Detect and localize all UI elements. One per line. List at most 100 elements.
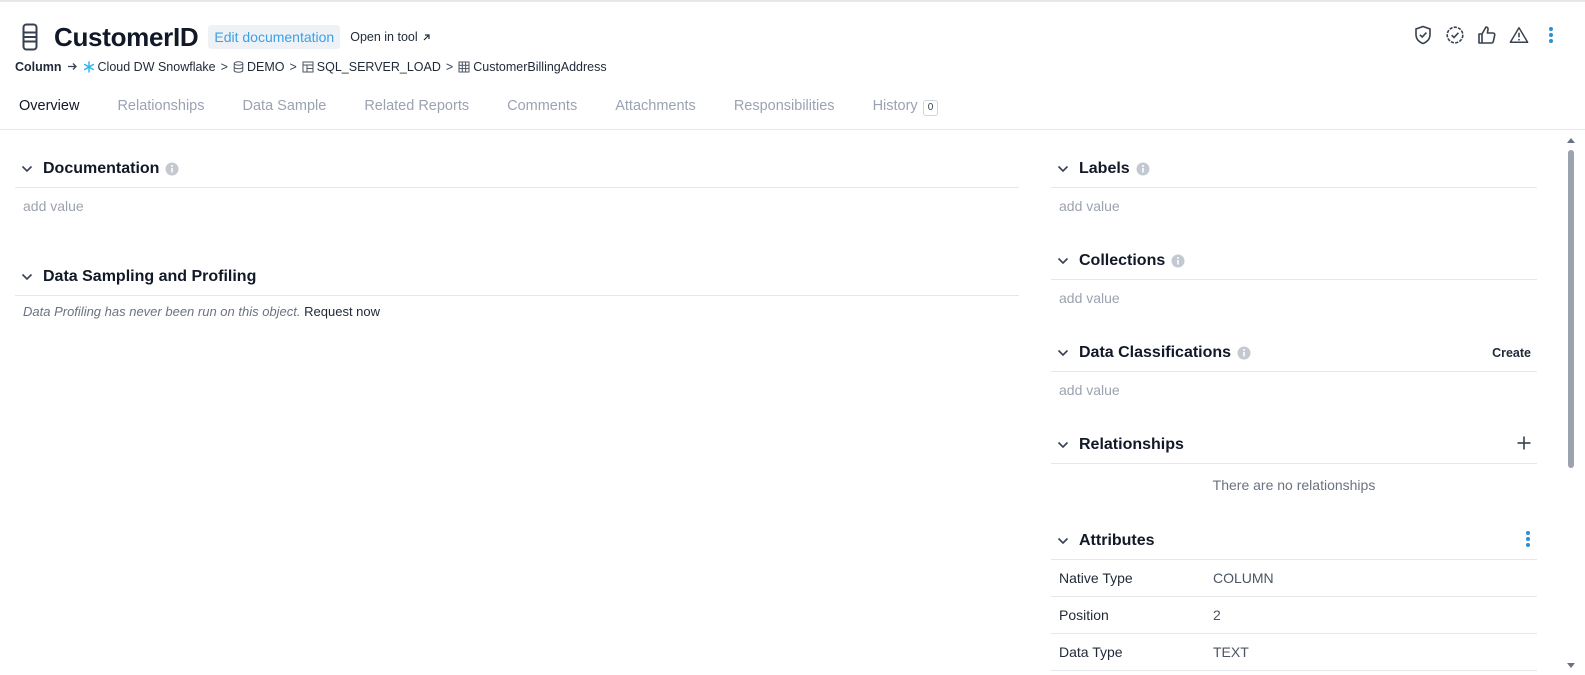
attributes-title: Attributes <box>1079 531 1155 549</box>
tab-responsibilities[interactable]: Responsibilities <box>715 98 854 130</box>
table-row: Position 2 <box>1051 597 1537 634</box>
relationships-title: Relationships <box>1079 435 1184 453</box>
attribute-value: COLUMN <box>1213 570 1274 586</box>
create-classification-button[interactable]: Create <box>1492 346 1531 360</box>
collections-add-value[interactable]: add value <box>1051 280 1537 334</box>
open-in-tool-label: Open in tool <box>350 30 418 44</box>
attributes-header: Attributes <box>1051 522 1537 560</box>
page-title: CustomerID <box>54 21 199 52</box>
labels-title: Labels <box>1079 159 1130 177</box>
classifications-add-value[interactable]: add value <box>1051 372 1537 426</box>
more-vertical-icon[interactable] <box>1541 24 1561 46</box>
shield-check-icon[interactable] <box>1413 24 1433 46</box>
external-link-icon <box>423 33 430 40</box>
arrow-right-icon <box>67 60 78 74</box>
chevron-down-icon[interactable] <box>17 267 37 287</box>
classifications-section: Data Classifications Create add value <box>1051 334 1537 426</box>
profiling-title: Data Sampling and Profiling <box>43 267 257 285</box>
collections-header: Collections <box>1051 242 1537 280</box>
breadcrumb-label: SQL_SERVER_LOAD <box>316 60 441 74</box>
page-header: CustomerID Edit documentation Open in to… <box>0 2 1585 130</box>
attribute-value: TEXT <box>1213 644 1249 660</box>
tab-overview[interactable]: Overview <box>0 98 98 130</box>
info-icon[interactable] <box>165 162 179 176</box>
attribute-value: 2 <box>1213 607 1221 623</box>
attribute-key: Position <box>1059 607 1109 623</box>
table-icon <box>458 61 470 73</box>
breadcrumb-separator: > <box>220 60 228 74</box>
relationships-header: Relationships <box>1051 426 1537 464</box>
labels-add-value[interactable]: add value <box>1051 188 1537 242</box>
documentation-title: Documentation <box>43 159 160 177</box>
chevron-down-icon[interactable] <box>17 159 37 179</box>
scroll-down-icon[interactable] <box>1566 662 1576 670</box>
info-icon[interactable] <box>1136 162 1150 176</box>
chevron-down-icon[interactable] <box>1053 531 1073 551</box>
tab-related-reports[interactable]: Related Reports <box>345 98 488 130</box>
chevron-down-icon[interactable] <box>1053 251 1073 271</box>
breadcrumb-item-snowflake[interactable]: Cloud DW Snowflake <box>83 60 216 74</box>
table-row: Native Type COLUMN <box>1051 560 1537 597</box>
tab-relationships[interactable]: Relationships <box>98 98 223 130</box>
more-vertical-icon[interactable] <box>1525 530 1531 553</box>
attributes-table: Native Type COLUMN Position 2 Data Type … <box>1051 560 1537 671</box>
attributes-actions <box>1525 522 1531 560</box>
scrollbar-thumb[interactable] <box>1568 150 1574 468</box>
breadcrumb-item-schema[interactable]: SQL_SERVER_LOAD <box>302 60 441 74</box>
breadcrumb-separator: > <box>289 60 297 74</box>
snowflake-icon <box>83 61 94 73</box>
attribute-key: Native Type <box>1059 570 1133 586</box>
info-icon[interactable] <box>1171 254 1185 268</box>
table-row: Data Type TEXT <box>1051 634 1537 671</box>
warning-icon[interactable] <box>1509 24 1529 46</box>
vertical-scrollbar[interactable] <box>1565 136 1575 670</box>
scroll-up-icon[interactable] <box>1566 136 1576 144</box>
tab-data-sample[interactable]: Data Sample <box>224 98 346 130</box>
collections-section: Collections add value <box>1051 242 1537 334</box>
chevron-down-icon[interactable] <box>1053 159 1073 179</box>
collections-title: Collections <box>1079 251 1166 269</box>
relationships-section: Relationships There are no relationships <box>1051 426 1537 522</box>
breadcrumb-label: CustomerBillingAddress <box>473 60 607 74</box>
database-icon <box>233 61 244 73</box>
chevron-down-icon[interactable] <box>1053 343 1073 363</box>
edit-documentation-button[interactable]: Edit documentation <box>208 25 341 49</box>
classifications-header: Data Classifications Create <box>1051 334 1537 372</box>
attributes-section: Attributes Native Type COLUMN Position 2… <box>1051 522 1537 671</box>
tab-attachments[interactable]: Attachments <box>596 98 715 130</box>
relationships-actions <box>1517 426 1531 464</box>
badge-check-icon[interactable] <box>1445 24 1465 46</box>
tab-comments[interactable]: Comments <box>488 98 596 130</box>
documentation-header: Documentation <box>15 150 1019 188</box>
profiling-status-text: Data Profiling has never been run on thi… <box>23 304 301 319</box>
info-icon[interactable] <box>1237 346 1251 360</box>
tab-bar: Overview Relationships Data Sample Relat… <box>0 98 957 130</box>
header-actions <box>1413 24 1561 46</box>
title-row: CustomerID Edit documentation Open in to… <box>18 20 431 54</box>
request-now-link[interactable]: Request now <box>304 304 380 319</box>
schema-icon <box>302 61 314 73</box>
open-in-tool-link[interactable]: Open in tool <box>350 30 430 44</box>
right-pane: Labels add value Collections add value D… <box>1051 150 1537 671</box>
classifications-title: Data Classifications <box>1079 343 1232 361</box>
history-count-badge: 0 <box>922 100 939 116</box>
profiling-header: Data Sampling and Profiling <box>15 258 1019 296</box>
profiling-message: Data Profiling has never been run on thi… <box>15 296 1019 319</box>
column-icon <box>18 22 42 52</box>
tab-history[interactable]: History 0 <box>854 98 958 130</box>
labels-header: Labels <box>1051 150 1537 188</box>
plus-icon[interactable] <box>1517 436 1531 455</box>
breadcrumb-label: Cloud DW Snowflake <box>97 60 216 74</box>
relationships-empty-state: There are no relationships <box>1212 477 1376 493</box>
classifications-actions: Create <box>1492 334 1531 372</box>
tab-history-label: History <box>872 98 918 114</box>
documentation-add-value[interactable]: add value <box>15 188 1019 258</box>
documentation-section: Documentation add value <box>15 150 1019 258</box>
thumbs-up-icon[interactable] <box>1477 24 1497 46</box>
attribute-key: Data Type <box>1059 644 1123 660</box>
breadcrumb-item-table[interactable]: CustomerBillingAddress <box>458 60 607 74</box>
breadcrumb-separator: > <box>445 60 454 74</box>
labels-section: Labels add value <box>1051 150 1537 242</box>
breadcrumb-item-demo[interactable]: DEMO <box>233 60 284 74</box>
chevron-down-icon[interactable] <box>1053 435 1073 455</box>
